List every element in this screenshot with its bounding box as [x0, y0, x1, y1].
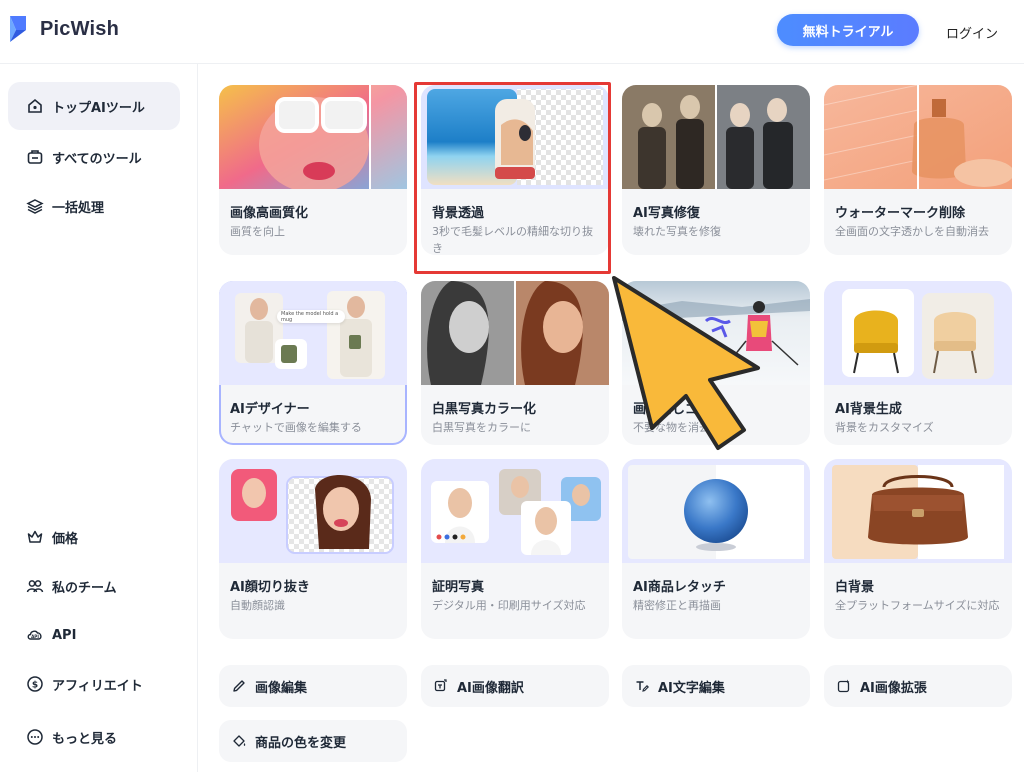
sidebar-item-api[interactable]: API API — [8, 611, 180, 659]
colorize-thumbnail — [421, 281, 609, 385]
tool-title: 画像高画質化 — [230, 206, 309, 221]
tool-card-watermark-remove[interactable]: ウォーターマーク削除 全画面の文字透かしを自動消去 — [824, 85, 1012, 255]
ai-designer-thumbnail — [219, 281, 407, 385]
photo-restore-thumbnail — [622, 85, 810, 189]
svg-text:API: API — [31, 634, 39, 639]
tool-title: AI背景生成 — [835, 402, 902, 417]
sidebar-item-pricing[interactable]: 価格 — [8, 513, 180, 561]
sidebar-item-label: 私のチーム — [52, 580, 117, 596]
designer-chat-bubble: Make the model hold a mug — [277, 310, 345, 323]
tool-card-id-photo[interactable]: 証明写真 デジタル用・印刷用サイズ対応 — [421, 459, 609, 639]
chip-product-recolor[interactable]: 商品の色を変更 — [219, 720, 407, 762]
chip-image-expand[interactable]: AI画像拡張 — [824, 665, 1012, 707]
sidebar-item-top-ai-tools[interactable]: トップAIツール — [8, 82, 180, 130]
chip-label: AI文字編集 — [658, 680, 725, 696]
brand-name: PicWish — [40, 17, 120, 40]
tool-title: ウォーターマーク削除 — [835, 206, 966, 221]
tool-card-upscale[interactable]: 画像高画質化 画質を向上 — [219, 85, 407, 255]
sidebar: トップAIツール すべてのツール 一括処理 価格 私のチーム API API $… — [0, 64, 198, 772]
layers-icon — [26, 199, 44, 214]
chip-label: 画像編集 — [255, 680, 308, 696]
crown-icon — [27, 530, 43, 543]
sidebar-item-label: トップAIツール — [52, 100, 145, 116]
tool-desc: 壊れた写真を修復 — [633, 225, 721, 238]
tool-desc: 白黒写真をカラーに — [432, 421, 531, 434]
sidebar-item-batch[interactable]: 一括処理 — [8, 182, 180, 230]
pencil-icon — [233, 680, 245, 692]
tool-desc: 全画面の文字透かしを自動消去 — [835, 225, 989, 238]
login-link[interactable]: ログイン — [946, 23, 998, 42]
tool-desc: 画質を向上 — [230, 225, 285, 238]
svg-text:$: $ — [32, 681, 38, 691]
chip-label: 商品の色を変更 — [255, 735, 347, 751]
translate-icon — [434, 679, 447, 692]
tool-card-ai-designer[interactable]: Make the model hold a mug AIデザイナー チャットで画… — [219, 281, 407, 445]
tool-title: 白黒写真カラー化 — [432, 402, 537, 417]
free-trial-button[interactable]: 無料トライアル — [777, 14, 919, 46]
watermark-remove-thumbnail — [824, 85, 1012, 189]
sidebar-item-all-tools[interactable]: すべてのツール — [8, 133, 180, 181]
tool-card-colorize[interactable]: 白黒写真カラー化 白黒写真をカラーに — [421, 281, 609, 445]
team-icon — [26, 580, 44, 593]
chip-image-edit[interactable]: 画像編集 — [219, 665, 407, 707]
chip-label: AI画像拡張 — [860, 680, 927, 696]
sidebar-item-label: 価格 — [52, 531, 79, 547]
picwish-logo-icon — [10, 16, 26, 42]
sidebar-item-team[interactable]: 私のチーム — [8, 562, 180, 610]
tool-desc: 精密修正と再描画 — [633, 599, 721, 612]
upscale-thumbnail — [219, 85, 407, 189]
dollar-icon: $ — [27, 676, 43, 692]
brand-logo[interactable]: PicWish — [6, 14, 119, 44]
white-background-thumbnail — [824, 459, 1012, 563]
chip-image-translate[interactable]: AI画像翻訳 — [421, 665, 609, 707]
sidebar-item-label: 一括処理 — [52, 200, 105, 216]
tool-desc: チャットで画像を編集する — [230, 421, 362, 434]
tool-title: AI商品レタッチ — [633, 580, 726, 595]
top-header: PicWish 無料トライアル ログイン — [0, 0, 1024, 64]
chip-label: AI画像翻訳 — [457, 680, 524, 696]
text-edit-icon — [636, 681, 649, 692]
sidebar-item-affiliate[interactable]: $ アフィリエイト — [8, 660, 180, 708]
tool-desc: 全プラットフォームサイズに対応 — [835, 599, 1000, 612]
toolbox-icon — [27, 150, 43, 164]
expand-icon — [837, 679, 850, 693]
tool-title: 白背景 — [835, 580, 875, 595]
paint-bucket-icon — [233, 735, 246, 747]
ai-background-thumbnail — [824, 281, 1012, 385]
sidebar-item-label: すべてのツール — [52, 151, 142, 167]
pointer-arrow-icon — [612, 276, 760, 450]
tool-desc: 自動顔認識 — [230, 599, 285, 612]
tool-card-ai-background[interactable]: AI背景生成 背景をカスタマイズ — [824, 281, 1012, 445]
more-icon — [27, 729, 43, 745]
home-icon — [28, 98, 42, 113]
tool-desc: デジタル用・印刷用サイズ対応 — [432, 599, 586, 612]
tool-desc: 背景をカスタマイズ — [835, 421, 934, 434]
tool-title: 証明写真 — [432, 580, 485, 595]
sidebar-item-label: アフィリエイト — [52, 678, 143, 694]
highlight-box — [414, 82, 611, 274]
tool-title: AI顔切り抜き — [230, 580, 310, 595]
tool-card-face-cutout[interactable]: AI顔切り抜き 自動顔認識 — [219, 459, 407, 639]
api-icon: API — [27, 630, 42, 640]
tool-card-photo-restore[interactable]: AI写真修復 壊れた写真を修復 — [622, 85, 810, 255]
tool-title: AI写真修復 — [633, 206, 700, 221]
sidebar-item-more[interactable]: もっと見る — [8, 713, 180, 761]
tool-card-product-retouch[interactable]: AI商品レタッチ 精密修正と再描画 — [622, 459, 810, 639]
tool-card-white-background[interactable]: 白背景 全プラットフォームサイズに対応 — [824, 459, 1012, 639]
id-photo-thumbnail — [421, 459, 609, 563]
chip-text-edit[interactable]: AI文字編集 — [622, 665, 810, 707]
tool-title: AIデザイナー — [230, 402, 310, 417]
sidebar-item-label: API — [52, 627, 77, 643]
product-retouch-thumbnail — [622, 459, 810, 563]
face-cutout-thumbnail — [219, 459, 407, 563]
sidebar-item-label: もっと見る — [52, 731, 118, 747]
